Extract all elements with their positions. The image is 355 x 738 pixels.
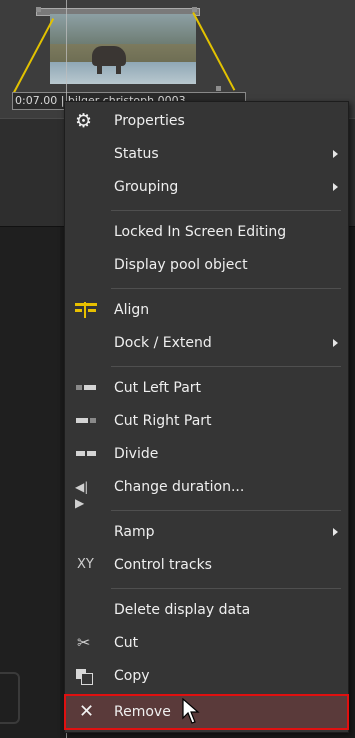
menu-separator [111, 588, 341, 589]
divide-icon [75, 446, 97, 462]
menu-item-cut-right-part[interactable]: Cut Right Part [65, 406, 348, 436]
submenu-arrow-icon [333, 528, 338, 536]
menu-separator [111, 210, 341, 211]
menu-separator [111, 288, 341, 289]
scissors-icon: ✂ [77, 633, 91, 652]
menu-item-copy[interactable]: Copy [65, 661, 348, 691]
menu-item-cut[interactable]: ✂ Cut [65, 628, 348, 658]
submenu-arrow-icon [333, 150, 338, 158]
menu-item-locked-in-screen-editing[interactable]: Locked In Screen Editing [65, 217, 348, 247]
fade-end-handle[interactable] [216, 86, 221, 91]
menu-item-grouping[interactable]: Grouping [65, 172, 348, 202]
menu-item-cut-left-part[interactable]: Cut Left Part [65, 373, 348, 403]
menu-item-change-duration[interactable]: ◀|▶ Change duration... [65, 472, 348, 510]
menu-separator [111, 366, 341, 367]
menu-item-dock-extend[interactable]: Dock / Extend [65, 328, 348, 358]
fade-out-handle[interactable] [192, 7, 197, 12]
change-duration-icon: ◀|▶ [75, 480, 89, 510]
menu-separator [111, 510, 341, 511]
menu-item-status[interactable]: Status [65, 139, 348, 169]
menu-item-display-pool-object[interactable]: Display pool object [65, 250, 348, 280]
submenu-arrow-icon [333, 183, 338, 191]
menu-item-align[interactable]: Align [65, 295, 348, 325]
track-header-panel [0, 227, 60, 738]
menu-item-control-tracks[interactable]: XY Control tracks [65, 550, 348, 580]
track-header-box [0, 672, 20, 724]
align-icon [75, 302, 97, 318]
menu-item-properties[interactable]: ⚙ Properties [65, 106, 348, 136]
fade-in-handle[interactable] [36, 7, 41, 12]
clip-thumbnail[interactable] [50, 14, 196, 84]
menu-item-divide[interactable]: Divide [65, 439, 348, 469]
gear-icon: ⚙ [75, 110, 93, 132]
x-icon: ✕ [79, 701, 95, 722]
mouse-pointer-icon [182, 698, 200, 724]
menu-item-delete-display-data[interactable]: Delete display data [65, 595, 348, 625]
cut-left-icon [75, 380, 97, 396]
cut-right-icon [75, 413, 97, 429]
menu-item-remove[interactable]: ✕ Remove [64, 694, 349, 730]
menu-item-ramp[interactable]: Ramp [65, 517, 348, 547]
submenu-arrow-icon [333, 339, 338, 347]
context-menu: ⚙ Properties Status Grouping Locked In S… [64, 101, 349, 733]
copy-icon [75, 668, 97, 685]
control-tracks-icon: XY [77, 557, 94, 572]
